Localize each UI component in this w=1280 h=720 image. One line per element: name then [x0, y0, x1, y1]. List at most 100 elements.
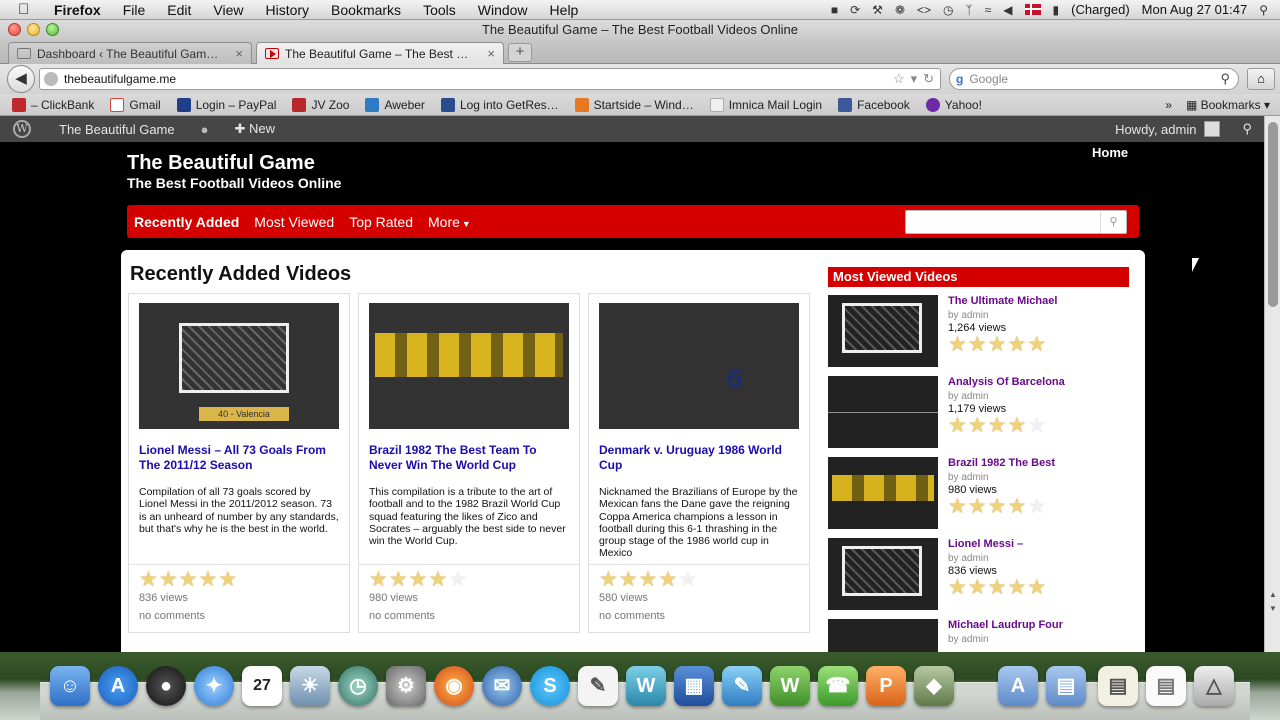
bookmark-clickbank[interactable]: – ClickBank [12, 97, 94, 112]
home-button[interactable]: ⌂ [1247, 68, 1275, 90]
bluetooth-icon[interactable]: ᛉ [966, 3, 973, 17]
bookmark-startside[interactable]: Startside – Wind… [574, 97, 694, 112]
script-editor-icon[interactable]: ◆ [914, 666, 954, 706]
star-filled-icon[interactable]: ★ [968, 334, 987, 355]
star-empty-icon[interactable]: ★ [1027, 415, 1046, 436]
star-filled-icon[interactable]: ★ [179, 569, 198, 590]
nav-more[interactable]: More ▼ [428, 214, 471, 230]
video-thumbnail[interactable]: 40 - Valencia [139, 303, 339, 429]
safari-icon[interactable]: ✦ [194, 666, 234, 706]
sidebar-thumbnail[interactable] [828, 538, 938, 610]
star-filled-icon[interactable]: ★ [389, 569, 408, 590]
star-filled-icon[interactable]: ★ [369, 569, 388, 590]
star-filled-icon[interactable]: ★ [159, 569, 178, 590]
star-filled-icon[interactable]: ★ [948, 496, 967, 517]
menu-window[interactable]: Window [467, 2, 539, 18]
star-filled-icon[interactable]: ★ [218, 569, 237, 590]
skype-icon[interactable]: S [530, 666, 570, 706]
star-filled-icon[interactable]: ★ [639, 569, 658, 590]
star-rating[interactable]: ★ ★ ★ ★ ★ [948, 496, 1046, 517]
video-thumbnail[interactable]: 6 [599, 303, 799, 429]
outlook-icon[interactable]: ☎ [818, 666, 858, 706]
nav-most-viewed[interactable]: Most Viewed [254, 214, 334, 230]
textedit-icon[interactable]: ✎ [578, 666, 618, 706]
spotlight-icon[interactable]: ⚲ [1259, 3, 1268, 17]
documents-folder-icon[interactable]: ▤ [1046, 666, 1086, 706]
comment-icon[interactable]: ● [201, 122, 209, 137]
star-filled-icon[interactable]: ★ [948, 577, 967, 598]
search-icon[interactable]: ⚲ [1242, 121, 1252, 137]
video-comments-link[interactable]: no comments [599, 610, 665, 622]
wp-account[interactable]: Howdy, admin ⚲ [1115, 121, 1264, 137]
star-filled-icon[interactable]: ★ [619, 569, 638, 590]
star-filled-icon[interactable]: ★ [599, 569, 618, 590]
url-bar[interactable]: thebeautifulgame.me ☆ ▾ ↻ [39, 68, 941, 90]
star-empty-icon[interactable]: ★ [678, 569, 697, 590]
bookmark-imnica[interactable]: Imnica Mail Login [709, 97, 822, 112]
bookmarks-menu-button[interactable]: ▦ Bookmarks ▾ [1186, 98, 1270, 112]
tab-dashboard[interactable]: Dashboard ‹ The Beautiful Gam… × [8, 42, 252, 64]
avatar[interactable] [1204, 121, 1221, 137]
star-filled-icon[interactable]: ★ [968, 496, 987, 517]
bookmark-aweber[interactable]: Aweber [365, 97, 425, 112]
star-filled-icon[interactable]: ★ [1007, 496, 1026, 517]
menu-bookmarks[interactable]: Bookmarks [320, 2, 412, 18]
menu-edit[interactable]: Edit [156, 2, 202, 18]
pen-icon[interactable]: ✎ [722, 666, 762, 706]
battery-icon[interactable]: ▮ [1053, 3, 1060, 17]
menu-history[interactable]: History [254, 2, 320, 18]
star-filled-icon[interactable]: ★ [988, 334, 1007, 355]
site-identity-icon[interactable] [44, 72, 58, 86]
star-filled-icon[interactable]: ★ [409, 569, 428, 590]
close-tab-icon[interactable]: × [487, 46, 495, 61]
minimize-window-button[interactable] [27, 23, 40, 36]
video-title-link[interactable]: Denmark v. Uruguay 1986 World Cup [599, 443, 801, 473]
time-machine-icon[interactable]: ◷ [338, 666, 378, 706]
menu-tools[interactable]: Tools [412, 2, 467, 18]
url-text[interactable]: thebeautifulgame.me [64, 72, 176, 86]
excel-icon[interactable]: W [770, 666, 810, 706]
site-search-input[interactable]: ⚲ [905, 210, 1127, 234]
system-preferences-icon[interactable]: ⚙ [386, 666, 426, 706]
menu-app-firefox[interactable]: Firefox [44, 2, 112, 18]
star-filled-icon[interactable]: ★ [1027, 577, 1046, 598]
star-filled-icon[interactable]: ★ [968, 577, 987, 598]
sidebar-video-title[interactable]: Brazil 1982 The Best [948, 457, 1055, 469]
tab-beautiful-game[interactable]: The Beautiful Game – The Best … × [256, 42, 504, 64]
back-button[interactable]: ◀ [7, 65, 35, 93]
wordpress-app-icon[interactable]: W [626, 666, 666, 706]
status-app-icon[interactable]: ■ [831, 3, 838, 17]
home-link[interactable]: Home [1092, 145, 1128, 160]
star-filled-icon[interactable]: ★ [968, 415, 987, 436]
thunderbird-icon[interactable]: ✉ [482, 666, 522, 706]
star-empty-icon[interactable]: ★ [1027, 496, 1046, 517]
star-filled-icon[interactable]: ★ [1027, 334, 1046, 355]
page-scrollbar[interactable]: ▲ ▼ [1264, 116, 1280, 652]
close-window-button[interactable] [8, 23, 21, 36]
menu-help[interactable]: Help [539, 2, 590, 18]
nav-recently-added[interactable]: Recently Added [134, 214, 239, 230]
star-filled-icon[interactable]: ★ [948, 415, 967, 436]
bookmark-getresponse[interactable]: Log into GetRes… [440, 97, 559, 112]
star-rating[interactable]: ★ ★ ★ ★ ★ [948, 415, 1046, 436]
bookmark-jvzoo[interactable]: JV Zoo [292, 97, 349, 112]
sidebar-thumbnail[interactable] [828, 295, 938, 367]
star-filled-icon[interactable]: ★ [988, 496, 1007, 517]
menu-view[interactable]: View [202, 2, 254, 18]
apple-menu-icon[interactable]:  [18, 1, 44, 18]
video-title-link[interactable]: Brazil 1982 The Best Team To Never Win T… [369, 443, 571, 473]
calendar-icon[interactable]: 27 [242, 666, 282, 706]
zoom-window-button[interactable] [46, 23, 59, 36]
iphoto-icon[interactable]: ☀ [290, 666, 330, 706]
star-filled-icon[interactable]: ★ [1007, 415, 1026, 436]
menu-file[interactable]: File [112, 2, 157, 18]
star-filled-icon[interactable]: ★ [198, 569, 217, 590]
star-rating[interactable]: ★ ★ ★ ★ ★ [599, 569, 697, 590]
wp-new-button[interactable]: ✚ New [234, 121, 275, 137]
sidebar-thumbnail[interactable] [828, 457, 938, 529]
sidebar-video-title[interactable]: Michael Laudrup Four [948, 619, 1063, 631]
bookmarks-overflow-button[interactable]: » [1165, 98, 1172, 112]
dashboard-icon[interactable]: ● [146, 666, 186, 706]
star-filled-icon[interactable]: ★ [428, 569, 447, 590]
firefox-icon[interactable]: ◉ [434, 666, 474, 706]
